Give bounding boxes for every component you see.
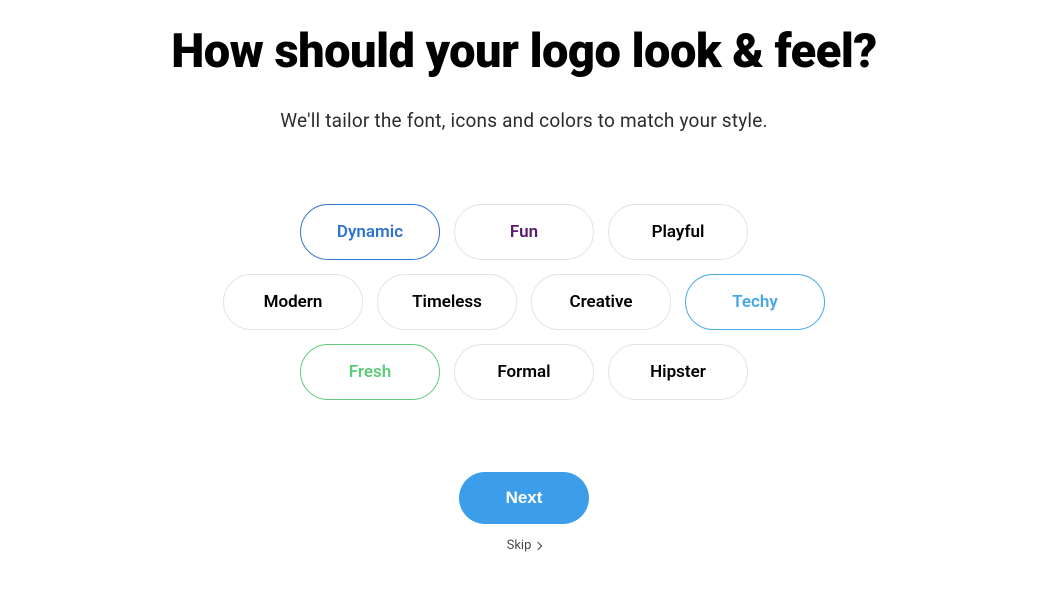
tag-row: Dynamic Fun Playful [300, 204, 748, 260]
tag-label: Timeless [412, 292, 482, 312]
style-tag-grid: Dynamic Fun Playful Modern Timeless Crea… [223, 204, 825, 400]
style-tag-techy[interactable]: Techy [685, 274, 825, 330]
tag-row: Fresh Formal Hipster [300, 344, 748, 400]
page-heading: How should your logo look & feel? [171, 24, 877, 79]
style-tag-dynamic[interactable]: Dynamic [300, 204, 440, 260]
style-tag-modern[interactable]: Modern [223, 274, 363, 330]
tag-label: Fresh [349, 362, 391, 382]
tag-label: Creative [569, 292, 632, 312]
skip-link[interactable]: Skip [507, 538, 542, 553]
tag-label: Techy [732, 292, 778, 312]
style-tag-fresh[interactable]: Fresh [300, 344, 440, 400]
actions: Next Skip [459, 472, 589, 553]
style-tag-hipster[interactable]: Hipster [608, 344, 748, 400]
style-tag-creative[interactable]: Creative [531, 274, 671, 330]
tag-label: Modern [264, 292, 323, 312]
tag-label: Dynamic [337, 222, 403, 242]
style-tag-formal[interactable]: Formal [454, 344, 594, 400]
style-tag-timeless[interactable]: Timeless [377, 274, 517, 330]
tag-label: Hipster [650, 362, 706, 382]
style-tag-playful[interactable]: Playful [608, 204, 748, 260]
tag-label: Fun [510, 222, 538, 242]
skip-label: Skip [507, 538, 532, 553]
chevron-right-icon [534, 541, 542, 549]
style-tag-fun[interactable]: Fun [454, 204, 594, 260]
page-subheading: We'll tailor the font, icons and colors … [280, 109, 767, 132]
next-button[interactable]: Next [459, 472, 589, 524]
tag-label: Playful [652, 222, 705, 242]
tag-label: Formal [497, 362, 550, 382]
tag-row: Modern Timeless Creative Techy [223, 274, 825, 330]
